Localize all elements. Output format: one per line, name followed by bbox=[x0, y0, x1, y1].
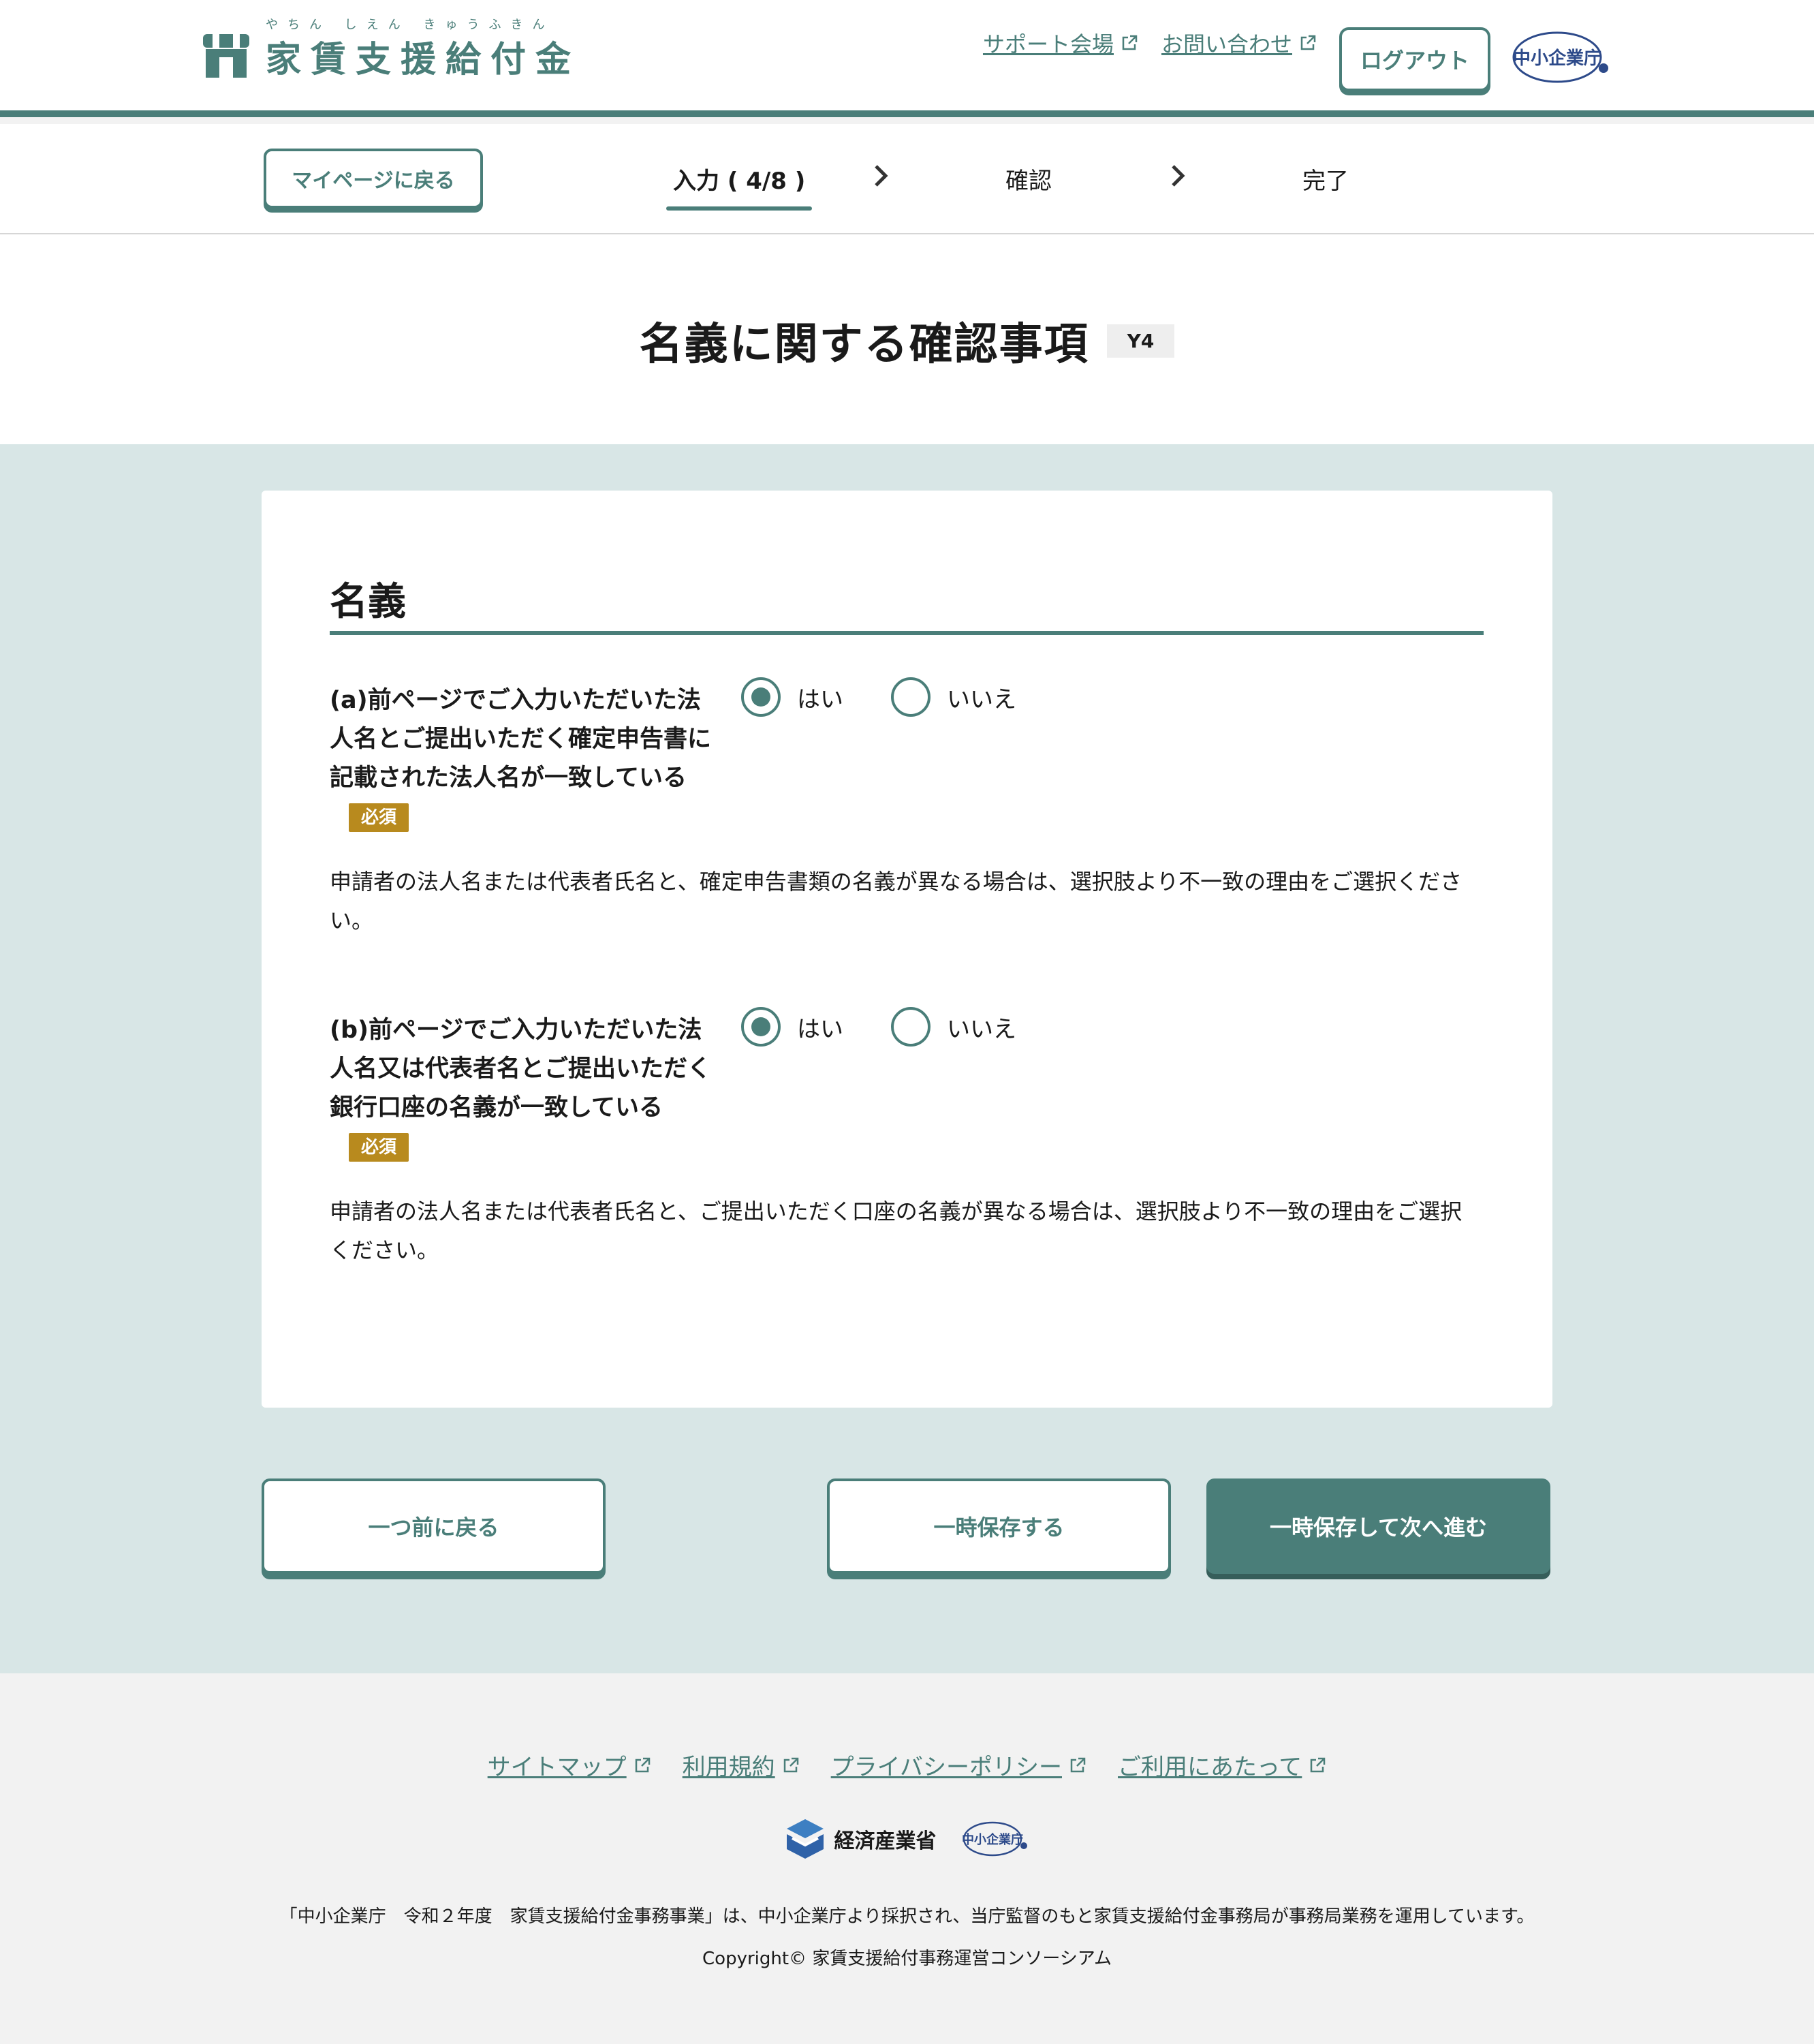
privacy-policy-link[interactable]: プライバシーポリシー bbox=[831, 1748, 1086, 1782]
question-b-option-yes[interactable]: はい bbox=[741, 1007, 843, 1047]
footer-note: 「中小企業庁 令和２年度 家賃支援給付金事務事業」は、中小企業庁より採択され、当… bbox=[279, 1906, 1535, 1927]
temporary-save-button[interactable]: 一時保存する bbox=[827, 1478, 1171, 1574]
external-link-icon bbox=[1122, 35, 1138, 50]
option-label: はい bbox=[797, 685, 843, 713]
contact-label: お問い合わせ bbox=[1161, 31, 1292, 57]
support-venue-label: サポート会場 bbox=[982, 31, 1114, 57]
meti-mark-icon bbox=[786, 1819, 824, 1859]
footer-logos: 経済産業省 中小企業庁 bbox=[0, 1818, 1814, 1860]
question-b-note: 申請者の法人名または代表者氏名と、ご提出いただく口座の名義が異なる場合は、選択肢… bbox=[330, 1198, 1463, 1263]
shop-logo-icon bbox=[203, 34, 249, 78]
required-badge: 必須 bbox=[349, 1133, 409, 1162]
site-header: やちん しえん きゅうふきん 家賃支援給付金 サポート会場 お問い合わせ ログア… bbox=[0, 0, 1814, 117]
contact-link[interactable]: お問い合わせ bbox=[1161, 27, 1317, 59]
header-links: サポート会場 お問い合わせ bbox=[983, 27, 1317, 59]
question-a-option-no[interactable]: いいえ bbox=[891, 677, 1016, 717]
back-to-mypage-button[interactable]: マイページに戻る bbox=[264, 149, 483, 208]
support-venue-link[interactable]: サポート会場 bbox=[983, 27, 1138, 59]
footer-links: サイトマップ 利用規約 プライバシーポリシー ご利用にあたって bbox=[0, 1748, 1814, 1782]
option-label: いいえ bbox=[947, 1015, 1016, 1043]
step-input: 入力 ( 4/8 ) bbox=[666, 162, 813, 211]
agency-logo: 中小企業庁 bbox=[962, 1821, 1027, 1857]
section-title: 名義 bbox=[330, 580, 406, 624]
question-b-text: (b)前ページでご入力いただいた法人名又は代表者名とご提出いただく銀行口座の名義… bbox=[330, 1017, 712, 1121]
radio-icon[interactable] bbox=[891, 677, 931, 717]
terms-link[interactable]: 利用規約 bbox=[683, 1748, 800, 1782]
agency-logo: 中小企業庁 bbox=[1512, 31, 1608, 83]
step-complete: 完了 bbox=[1302, 168, 1349, 195]
radio-icon[interactable] bbox=[741, 1007, 781, 1047]
copyright: Copyright© 家賃支援給付事務運営コンソーシアム bbox=[702, 1949, 1112, 1969]
logout-button[interactable]: ログアウト bbox=[1339, 27, 1490, 91]
external-link-icon bbox=[1300, 35, 1316, 50]
page-code-badge: Y4 bbox=[1106, 324, 1175, 358]
external-link-icon bbox=[1070, 1757, 1086, 1772]
agency-logo-text: 中小企業庁 bbox=[962, 1832, 1023, 1847]
meti-label: 経済産業省 bbox=[834, 1829, 937, 1853]
site-footer: サイトマップ 利用規約 プライバシーポリシー ご利用にあたって 経済産業省 中小… bbox=[0, 1673, 1814, 2044]
external-link-icon bbox=[635, 1757, 650, 1772]
page-title: 名義に関する確認事項 bbox=[639, 320, 1089, 370]
usage-guide-label: ご利用にあたって bbox=[1118, 1754, 1302, 1781]
required-badge: 必須 bbox=[349, 803, 409, 832]
question-b-label: (b)前ページでご入力いただいた法人名又は代表者名とご提出いただく銀行口座の名義… bbox=[330, 1011, 711, 1166]
chevron-right-icon bbox=[875, 165, 888, 187]
privacy-policy-label: プライバシーポリシー bbox=[830, 1754, 1062, 1781]
question-b-option-no[interactable]: いいえ bbox=[891, 1007, 1016, 1047]
usage-guide-link[interactable]: ご利用にあたって bbox=[1118, 1748, 1326, 1782]
step-confirm: 確認 bbox=[1005, 168, 1052, 195]
sitemap-link[interactable]: サイトマップ bbox=[488, 1748, 651, 1782]
site-logo[interactable]: やちん しえん きゅうふきん 家賃支援給付金 bbox=[202, 18, 581, 80]
agency-logo-text: 中小企業庁 bbox=[1513, 48, 1601, 69]
logo-ruby: やちん しえん きゅうふきん bbox=[266, 18, 554, 32]
meti-logo: 経済産業省 bbox=[785, 1818, 937, 1860]
question-a-label: (a)前ページでご入力いただいた法人名とご提出いただく確定申告書に記載された法人… bbox=[330, 681, 711, 837]
form-card: 名義 (a)前ページでご入力いただいた法人名とご提出いただく確定申告書に記載され… bbox=[262, 491, 1552, 1408]
section-divider bbox=[330, 631, 1484, 635]
main-content: 名義 (a)前ページでご入力いただいた法人名とご提出いただく確定申告書に記載され… bbox=[0, 444, 1814, 1673]
question-b-radio-group: はい いいえ bbox=[741, 1007, 1064, 1047]
option-label: いいえ bbox=[947, 685, 1016, 713]
option-label: はい bbox=[797, 1015, 843, 1043]
radio-icon[interactable] bbox=[741, 677, 781, 717]
step-navigation: マイページに戻る 入力 ( 4/8 ) 確認 完了 bbox=[0, 124, 1814, 234]
page-title-row: 名義に関する確認事項 Y4 bbox=[0, 309, 1814, 372]
previous-page-button[interactable]: 一つ前に戻る bbox=[262, 1478, 606, 1574]
title-area: 名義に関する確認事項 Y4 bbox=[0, 234, 1814, 444]
question-a-radio-group: はい いいえ bbox=[741, 677, 1064, 717]
chevron-right-icon bbox=[1172, 165, 1185, 187]
terms-label: 利用規約 bbox=[682, 1754, 775, 1781]
sitemap-label: サイトマップ bbox=[487, 1754, 627, 1781]
external-link-icon bbox=[1311, 1757, 1326, 1772]
question-a-text: (a)前ページでご入力いただいた法人名とご提出いただく確定申告書に記載された法人… bbox=[330, 687, 712, 792]
question-a-note: 申請者の法人名または代表者氏名と、確定申告書類の名義が異なる場合は、選択肢より不… bbox=[330, 869, 1463, 933]
question-a-option-yes[interactable]: はい bbox=[741, 677, 843, 717]
save-and-next-button[interactable]: 一時保存して次へ進む bbox=[1206, 1478, 1550, 1574]
external-link-icon bbox=[783, 1757, 798, 1772]
logo-text: 家賃支援給付金 bbox=[266, 40, 581, 80]
radio-icon[interactable] bbox=[891, 1007, 931, 1047]
